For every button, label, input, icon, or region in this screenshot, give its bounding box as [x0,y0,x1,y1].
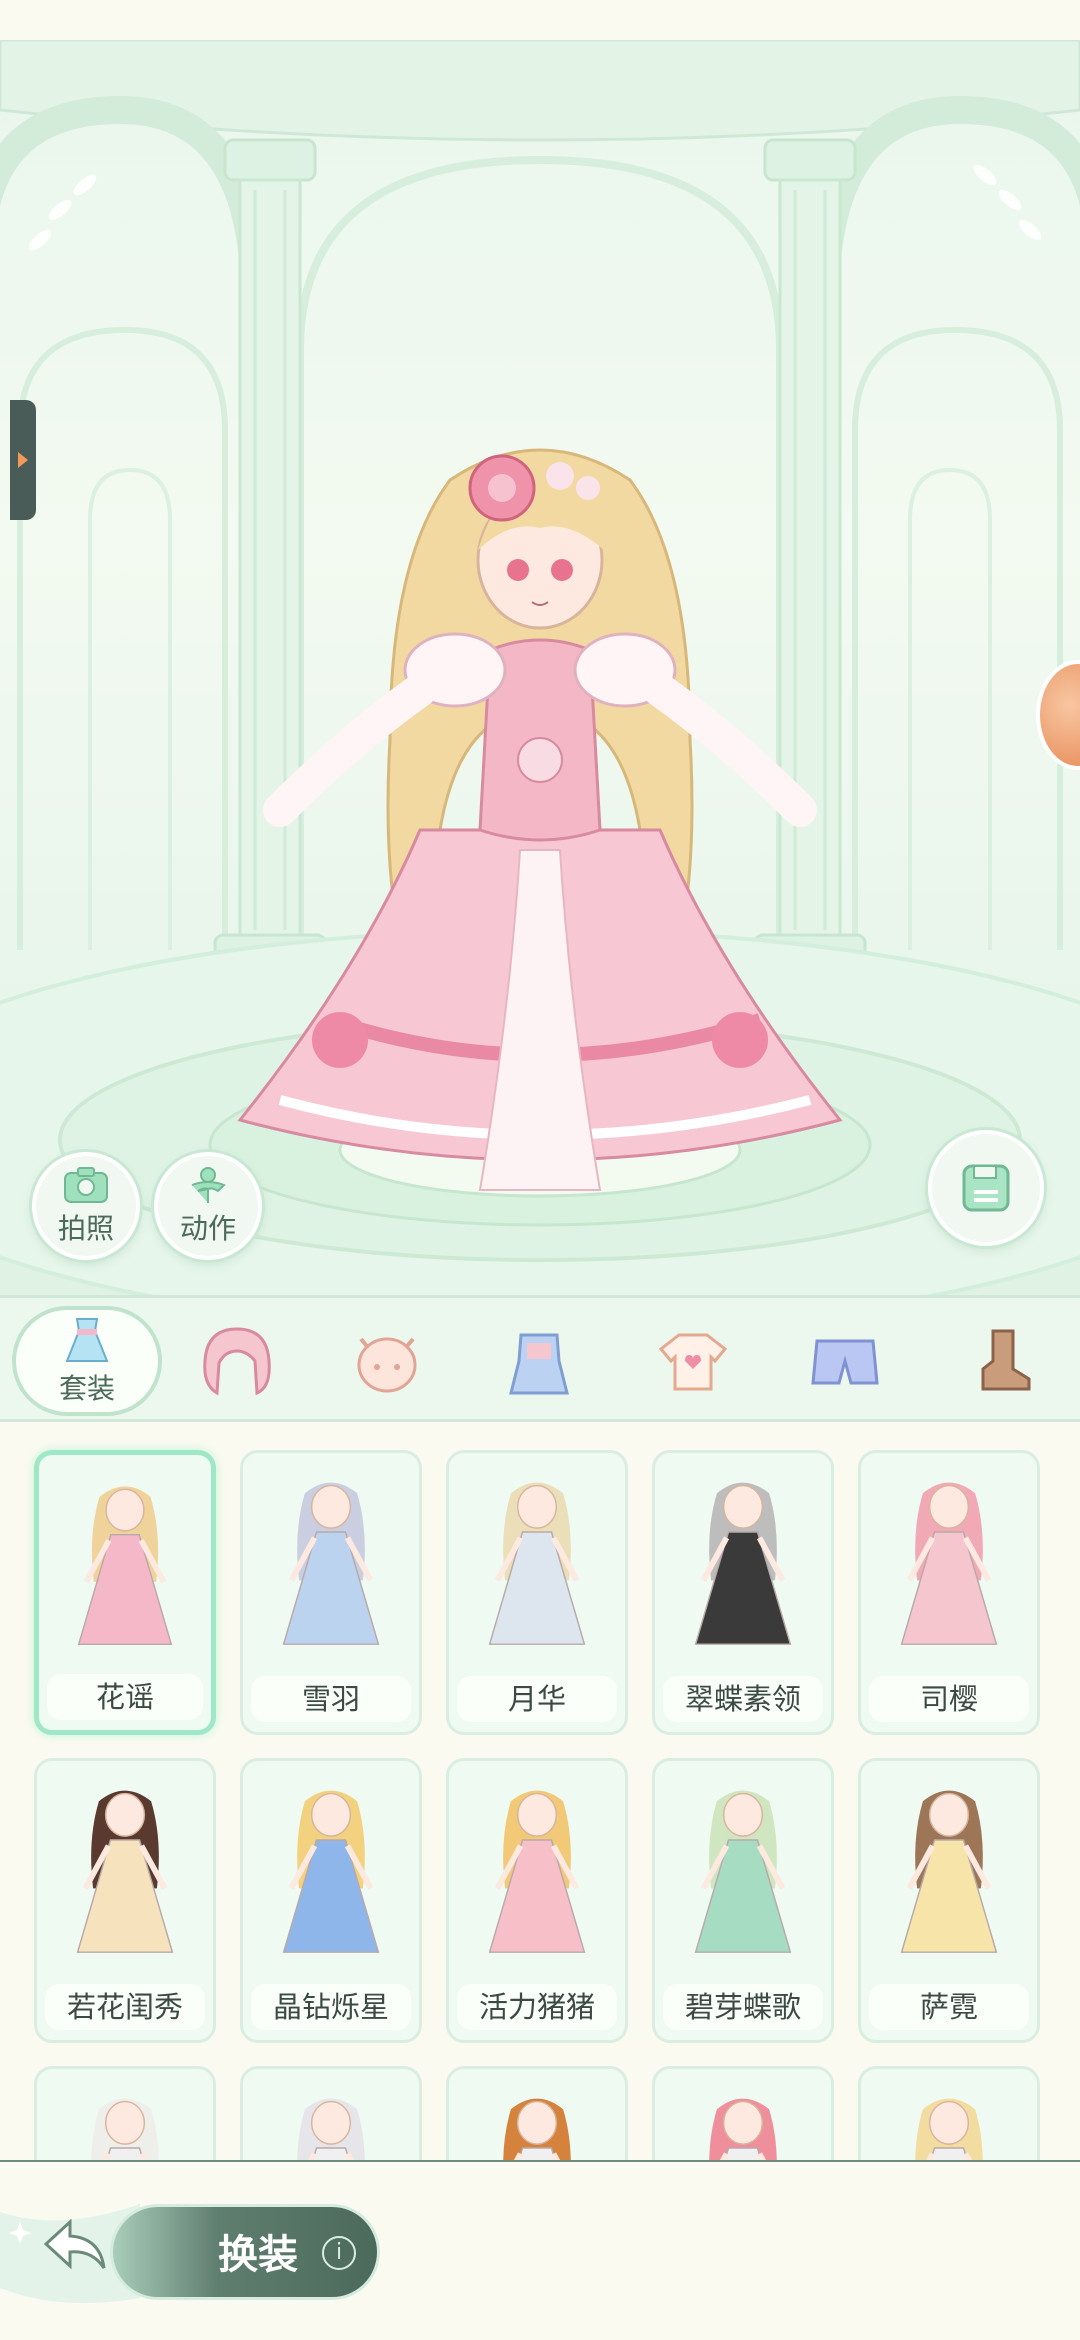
outfit-card[interactable]: 活力猪猪 [446,1758,628,2043]
dress-up-button[interactable]: 换装 i [0,2192,390,2310]
tab-outfit-set-label: 套装 [58,1372,115,1405]
outfit-card[interactable]: 翠蝶素领 [652,1450,834,1735]
dress-set-icon [65,1318,109,1362]
dress-up-label: 换装 [218,2232,298,2278]
face-icon [357,1337,417,1393]
side-drawer-tab[interactable] [10,400,36,520]
outfit-grid: 花谣 雪羽 月华 翠蝶素领 司樱若花闺秀 晶钻烁星 活力猪猪 碧芽蝶歌 萨霓 [0,1422,1080,2160]
overalls-icon [509,1333,569,1395]
info-icon[interactable]: i [322,2236,356,2270]
outfit-name: 司樱 [869,1676,1029,1722]
outfit-name: 若花闺秀 [45,1984,205,2030]
outfit-portrait [900,1482,998,1645]
tab-bottoms[interactable] [790,1306,900,1416]
tab-face[interactable] [332,1306,442,1416]
save-disk-icon [962,1164,1010,1212]
outfit-card[interactable]: 碧芽蝶歌 [652,1758,834,2043]
outfit-card[interactable] [240,2066,422,2160]
outfit-portrait [488,1482,586,1645]
action-button[interactable]: 动作 [154,1152,262,1260]
outfit-card[interactable]: 若花闺秀 [34,1758,216,2043]
outfit-portrait [282,1482,380,1645]
outfit-card[interactable]: 雪羽 [240,1450,422,1735]
photo-button[interactable]: 拍照 [32,1152,140,1260]
outfit-portrait [900,1790,998,1953]
pose-icon [191,1167,226,1203]
outfit-card[interactable]: 司樱 [858,1450,1040,1735]
outfit-name: 活力猪猪 [457,1984,617,2030]
outfit-portrait [297,2098,365,2160]
outfit-card[interactable] [652,2066,834,2160]
dressing-stage: 拍照 动作 [0,0,1080,1295]
game-screen: 拍照 动作 套装 花谣 雪羽 月华 翠蝶素领 司樱 若花闺秀 晶钻烁星 活力猪猪… [0,0,1080,2340]
outfit-portrait [77,1486,173,1645]
action-label: 动作 [179,1212,236,1245]
outfit-portrait [76,1790,174,1953]
outfit-card[interactable]: 晶钻烁星 [240,1758,422,2043]
outfit-name: 月华 [457,1676,617,1722]
photo-label: 拍照 [57,1212,114,1245]
outfit-portrait [282,1790,380,1953]
outfit-name: 花谣 [47,1674,203,1720]
shorts-icon [811,1339,879,1385]
tab-overalls[interactable] [484,1306,594,1416]
outfit-card[interactable]: 月华 [446,1450,628,1735]
outfit-portrait [503,2098,571,2160]
tab-hair[interactable] [182,1306,292,1416]
outfit-portrait [915,2098,983,2160]
hair-icon [203,1327,271,1396]
outfit-portrait [694,1790,792,1953]
category-bar: 套装 [0,1295,1080,1422]
outfit-name: 碧芽蝶歌 [663,1984,823,2030]
tab-tops[interactable] [638,1306,748,1416]
outfit-card[interactable] [34,2066,216,2160]
bottom-bar: 换装 i [0,2160,1080,2340]
outfit-card[interactable] [858,2066,1040,2160]
outfit-name: 雪羽 [251,1676,411,1722]
tab-outfit-set[interactable]: 套装 [12,1306,162,1416]
camera-icon [64,1167,108,1203]
outfit-name: 翠蝶素领 [663,1676,823,1722]
outfit-portrait [91,2098,159,2160]
tab-shoes[interactable] [942,1306,1052,1416]
outfit-portrait [488,1790,586,1953]
outfit-card[interactable] [446,2066,628,2160]
save-button[interactable] [928,1130,1044,1246]
top-shirt-icon [658,1333,728,1391]
outfit-card[interactable]: 花谣 [34,1450,216,1735]
outfit-portrait [694,1482,792,1645]
boots-icon [981,1329,1031,1391]
outfit-name: 萨霓 [869,1984,1029,2030]
back-arrow-icon[interactable] [40,2216,110,2276]
outfit-name: 晶钻烁星 [251,1984,411,2030]
character-figure[interactable] [220,410,860,1210]
outfit-card[interactable]: 萨霓 [858,1758,1040,2043]
outfit-portrait [709,2098,777,2160]
